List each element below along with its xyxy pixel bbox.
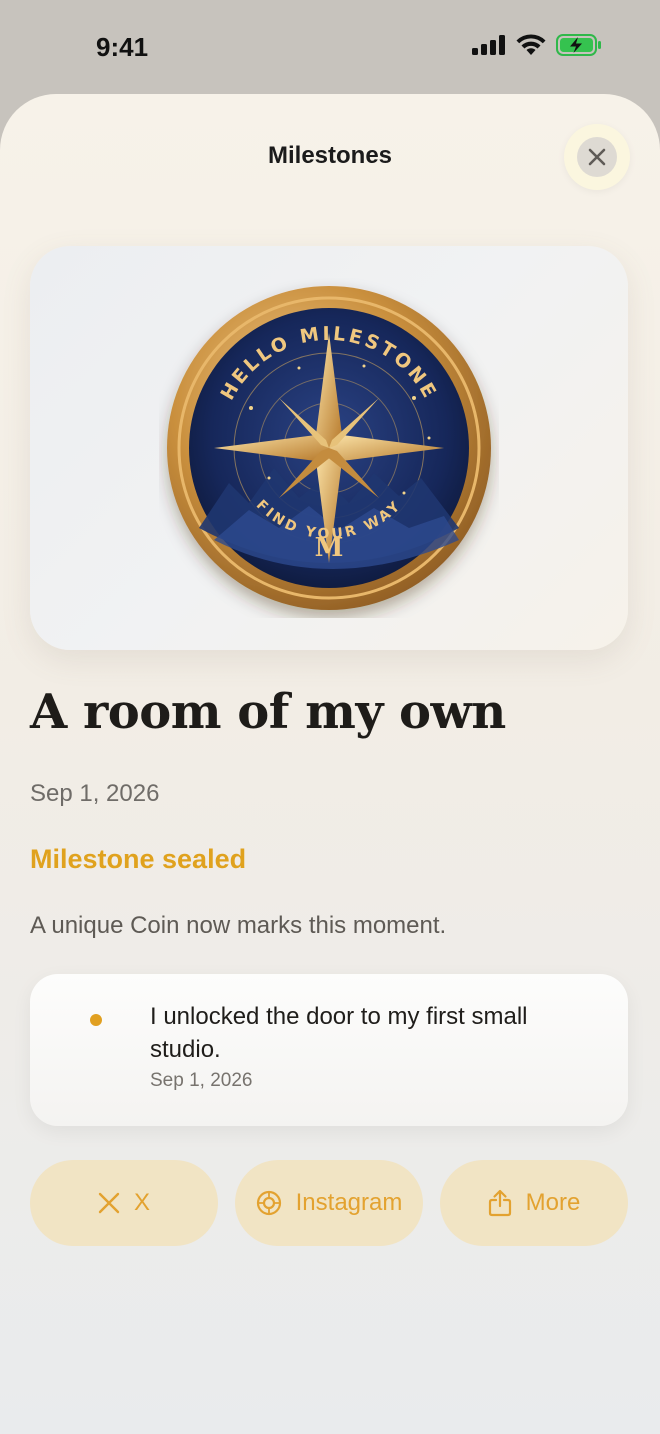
coin-card: HELLO MILESTONE FIND YOUR WAY M [30, 246, 628, 650]
journal-entry-date: Sep 1, 2026 [150, 1070, 253, 1091]
milestone-title: A room of my own [30, 684, 506, 740]
milestone-date: Sep 1, 2026 [30, 780, 160, 807]
share-more-label: More [525, 1189, 581, 1216]
close-button-circle[interactable] [577, 137, 617, 177]
cellular-signal-icon [472, 35, 505, 55]
share-x-button[interactable]: X [30, 1160, 218, 1246]
coin-monogram: M [315, 533, 344, 563]
share-x-label: X [133, 1189, 150, 1216]
milestone-status: Milestone sealed [30, 844, 247, 874]
instagram-icon [256, 1190, 281, 1216]
status-icons [472, 34, 602, 56]
journal-entry-text: I unlocked the door to my first small st… [150, 1003, 528, 1063]
bullet-dot-icon [90, 1014, 102, 1026]
sheet-title: Milestones [267, 142, 393, 169]
share-instagram-label: Instagram [295, 1189, 403, 1216]
share-icon [488, 1189, 511, 1217]
milestone-sheet: Milestones HELLO MILESTONE FIND YOUR WAY… [0, 94, 660, 1434]
status-bar: 9:41 [0, 0, 660, 94]
share-instagram-button[interactable]: Instagram [235, 1160, 423, 1246]
milestone-description: A unique Coin now marks this moment. [30, 912, 447, 939]
status-time: 9:41 [96, 32, 149, 62]
journal-entry-card: I unlocked the door to my first small st… [30, 974, 628, 1126]
x-logo-icon [98, 1192, 120, 1214]
close-button[interactable] [564, 124, 630, 190]
share-more-button[interactable]: More [440, 1160, 628, 1246]
close-icon [588, 148, 606, 166]
wifi-icon [516, 34, 546, 55]
milestone-coin-image: HELLO MILESTONE FIND YOUR WAY M [167, 286, 491, 610]
battery-charging-icon [556, 34, 601, 56]
